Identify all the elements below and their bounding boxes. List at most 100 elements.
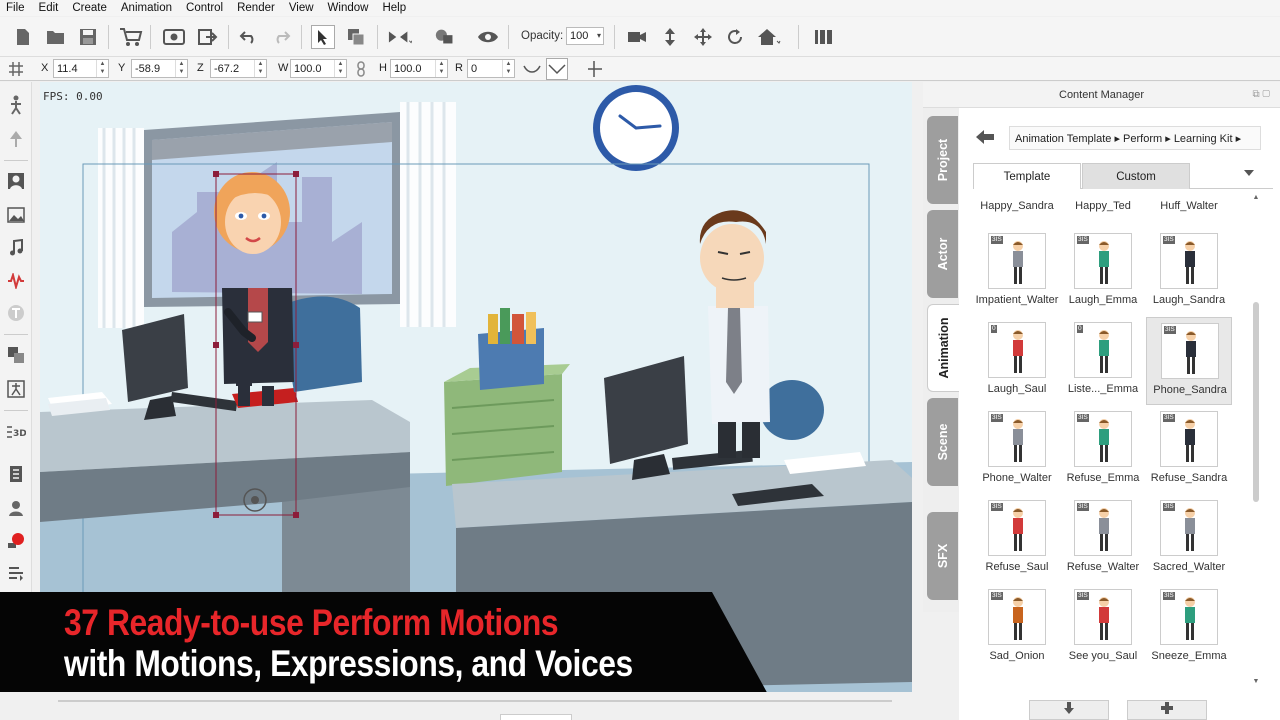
tab-template[interactable]: Template [973, 163, 1081, 189]
tab-scene[interactable]: Scene [927, 398, 958, 486]
panel-dock-icon[interactable]: ⧉ ▢ [1252, 82, 1270, 108]
puppet-icon[interactable] [5, 497, 27, 519]
menu-control[interactable]: Control [179, 0, 230, 16]
opacity-select[interactable]: 100 ▾ [566, 27, 604, 45]
x-spinner[interactable]: ▲ ▼ [96, 60, 108, 77]
template-item[interactable]: 3IS Refuse_Sandra [1146, 406, 1232, 494]
preview-icon[interactable] [162, 25, 186, 49]
breadcrumb-item[interactable]: Learning Kit [1174, 133, 1233, 145]
tab-project[interactable]: Project [927, 116, 958, 204]
rotate-icon[interactable] [723, 25, 747, 49]
character-portrait-icon[interactable] [5, 170, 27, 192]
menu-create[interactable]: Create [65, 0, 114, 16]
h-field[interactable]: 100.0 ▲ ▼ [390, 59, 448, 78]
back-arrow-icon[interactable] [975, 128, 995, 151]
redo-icon[interactable] [269, 25, 293, 49]
home-icon[interactable] [757, 25, 781, 49]
pivot-icon[interactable] [583, 58, 605, 80]
new-file-icon[interactable] [11, 25, 35, 49]
tab-actor[interactable]: Actor [927, 210, 958, 298]
template-item[interactable]: 3IS Laugh_Sandra [1146, 228, 1232, 316]
template-item[interactable]: 3IS Laugh_Emma [1060, 228, 1146, 316]
menu-file[interactable]: File [0, 0, 32, 16]
layer-icon[interactable] [5, 344, 27, 366]
timeline-icon[interactable] [5, 562, 27, 584]
menu-animation[interactable]: Animation [114, 0, 179, 16]
template-item[interactable]: 3IS Refuse_Emma [1060, 406, 1146, 494]
3d-head-icon[interactable]: 3D [5, 421, 27, 443]
scroll-up-icon[interactable]: ▲ [1251, 194, 1261, 201]
r-spinner[interactable]: ▲ ▼ [502, 60, 514, 77]
template-item[interactable]: 0 Liste..._Emma [1060, 317, 1146, 405]
w-spinner[interactable]: ▲ ▼ [334, 60, 346, 77]
ease-out-icon[interactable] [546, 58, 568, 80]
y-spinner[interactable]: ▲ ▼ [175, 60, 187, 77]
x-field[interactable]: 11.4 ▲ ▼ [53, 59, 109, 78]
shopping-cart-icon[interactable] [119, 25, 143, 49]
template-item[interactable]: 3IS Impatient_Walter [974, 228, 1060, 316]
open-folder-icon[interactable] [44, 25, 68, 49]
r-field[interactable]: 0 ▲ ▼ [467, 59, 515, 78]
image-icon[interactable] [5, 204, 27, 226]
text-icon[interactable] [5, 302, 27, 324]
tab-animation[interactable]: Animation [927, 304, 960, 392]
link-chain-icon[interactable] [353, 58, 369, 80]
template-item[interactable]: 3IS Sneeze_Emma [1146, 584, 1232, 672]
timeline-track[interactable] [58, 700, 892, 702]
z-field[interactable]: -67.2 ▲ ▼ [210, 59, 267, 78]
menu-edit[interactable]: Edit [32, 0, 66, 16]
y-field[interactable]: -58.9 ▲ ▼ [131, 59, 188, 78]
toolbar-separator [301, 25, 302, 49]
move-vertical-icon[interactable] [658, 25, 682, 49]
list-item[interactable]: Huff_Walter [1144, 200, 1234, 212]
template-item[interactable]: 3IS Refuse_Saul [974, 495, 1060, 583]
scroll-down-icon[interactable]: ▼ [1251, 678, 1261, 685]
breadcrumb-item[interactable]: Perform [1123, 133, 1162, 145]
menu-render[interactable]: Render [230, 0, 282, 16]
script-icon[interactable] [5, 463, 27, 485]
move-icon[interactable] [691, 25, 715, 49]
audio-wave-icon[interactable] [5, 270, 27, 292]
menu-view[interactable]: View [282, 0, 321, 16]
scroll-thumb[interactable] [1253, 302, 1259, 502]
w-field[interactable]: 100.0 ▲ ▼ [290, 59, 347, 78]
filter-dropdown-icon[interactable] [1243, 168, 1255, 180]
grid-scrollbar[interactable]: ▲ ▼ [1251, 192, 1261, 687]
music-note-icon[interactable] [5, 237, 27, 259]
actor-walk-icon[interactable] [5, 94, 27, 116]
export-icon[interactable] [196, 25, 220, 49]
flip-icon[interactable] [388, 25, 412, 49]
timeline-handle[interactable] [500, 714, 572, 720]
select-tool-icon[interactable] [311, 25, 335, 49]
grid-snap-icon[interactable] [5, 58, 27, 80]
z-spinner[interactable]: ▲ ▼ [254, 60, 266, 77]
breadcrumb-item[interactable]: Animation Template [1015, 133, 1111, 145]
visibility-eye-icon[interactable] [476, 25, 500, 49]
menu-help[interactable]: Help [375, 0, 413, 16]
record-icon[interactable] [5, 529, 27, 551]
camera-icon[interactable] [625, 25, 649, 49]
template-item[interactable]: 3IS Phone_Walter [974, 406, 1060, 494]
group-icon[interactable] [434, 25, 458, 49]
h-spinner[interactable]: ▲ ▼ [435, 60, 447, 77]
align-icon[interactable] [811, 25, 835, 49]
add-button[interactable] [1127, 700, 1207, 720]
menu-window[interactable]: Window [321, 0, 376, 16]
ease-in-icon[interactable] [521, 58, 543, 80]
download-button[interactable] [1029, 700, 1109, 720]
undo-icon[interactable] [237, 25, 261, 49]
template-item[interactable]: 3IS See you_Saul [1060, 584, 1146, 672]
bone-rig-icon[interactable] [5, 378, 27, 400]
template-item[interactable]: 3IS Sad_Onion [974, 584, 1060, 672]
save-icon[interactable] [76, 25, 100, 49]
list-item[interactable]: Happy_Sandra [972, 200, 1062, 212]
template-item[interactable]: 0 Laugh_Saul [974, 317, 1060, 405]
list-item[interactable]: Happy_Ted [1058, 200, 1148, 212]
template-item[interactable]: 3IS Phone_Sandra [1146, 317, 1232, 405]
template-item[interactable]: 3IS Sacred_Walter [1146, 495, 1232, 583]
tab-custom[interactable]: Custom [1082, 163, 1190, 189]
tab-sfx[interactable]: SFX [927, 512, 958, 600]
template-item[interactable]: 3IS Refuse_Walter [1060, 495, 1146, 583]
duplicate-icon[interactable] [344, 25, 368, 49]
prop-icon[interactable] [5, 128, 27, 150]
